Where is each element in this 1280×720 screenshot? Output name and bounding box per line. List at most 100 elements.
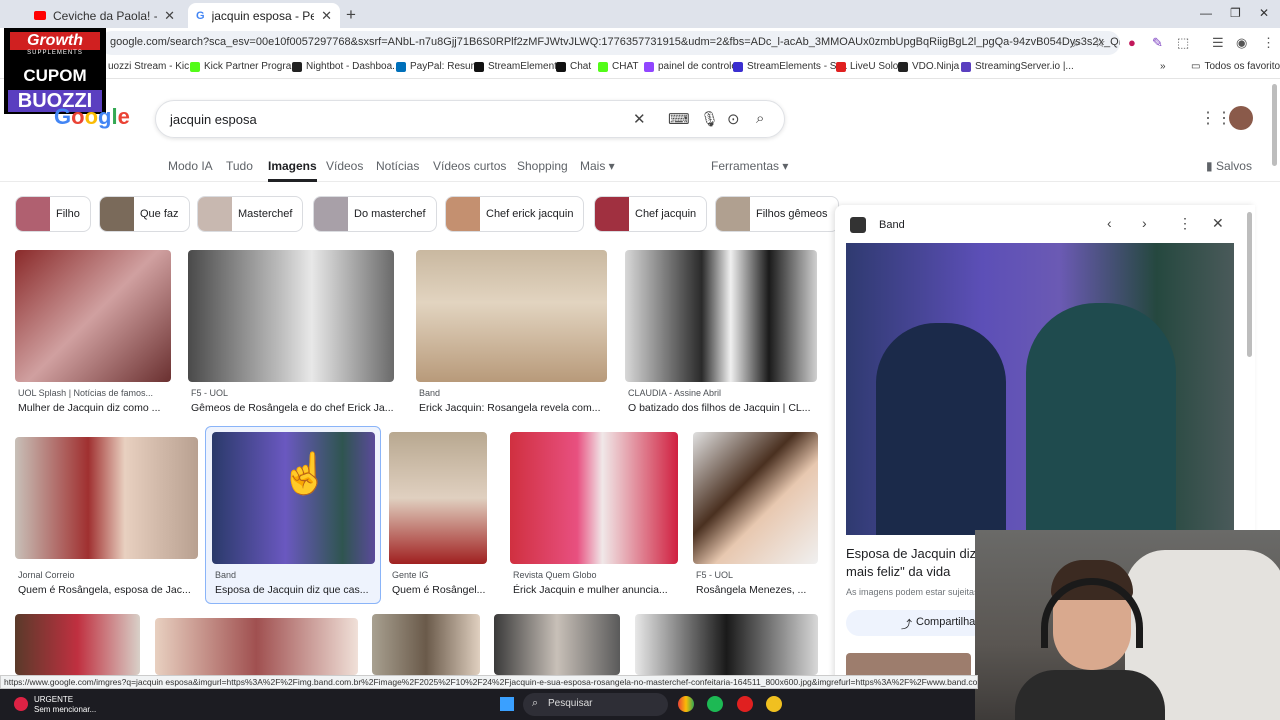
bookmark-item[interactable]: uozzi Stream - Kic... [108,61,197,72]
tab-imagens[interactable]: Imagens [268,159,317,182]
result-title[interactable]: Érick Jacquin e mulher anuncia... [513,584,681,596]
panel-scrollbar[interactable] [1247,212,1252,357]
result-title[interactable]: O batizado dos filhos de Jacquin | CL... [628,402,820,414]
result-thumbnail[interactable] [15,614,140,675]
chip-que-faz[interactable]: Que faz [99,196,190,232]
result-thumbnail[interactable] [416,250,607,382]
windows-start-icon[interactable] [500,697,514,711]
bookmark-item[interactable]: Nightbot - Dashboa... [292,61,401,72]
star-icon[interactable]: ☆ [1094,35,1106,51]
bookmark-item[interactable]: PayPal: Resumo [396,61,484,72]
zoom-icon[interactable]: ⌕ [1073,35,1080,51]
avatar[interactable] [1229,106,1253,130]
result-thumbnail[interactable] [625,250,817,382]
chip-filhos-gemeos[interactable]: Filhos gêmeos [715,196,839,232]
tab-videos-curtos[interactable]: Vídeos curtos [433,159,506,173]
result-title[interactable]: Esposa de Jacquin diz que cas... [215,584,378,596]
result-title[interactable]: Quem é Rosângela, esposa de Jac... [18,584,201,596]
page-scrollbar[interactable] [1272,84,1277,166]
minimize-icon[interactable]: — [1200,6,1212,20]
image-result[interactable]: Jornal Correio Quem é Rosângela, esposa … [15,437,198,603]
new-tab-button[interactable]: + [346,5,356,25]
chip-do-masterchef[interactable]: Do masterchef [313,196,437,232]
image-result[interactable]: Gente IG Quem é Rosângel... [389,432,487,598]
chip-filho[interactable]: Filho [15,196,91,232]
tab-tudo[interactable]: Tudo [226,159,253,173]
image-result[interactable] [372,614,480,675]
next-icon[interactable]: › [1142,215,1147,231]
tools-button[interactable]: Ferramentas ▾ [711,159,788,173]
microphone-icon[interactable]: 🎙 [700,110,719,128]
result-thumbnail[interactable] [15,250,171,382]
saved-button[interactable]: ▮ Salvos [1206,159,1252,173]
all-favorites-button[interactable]: ▭ Todos os favoritos [1191,61,1280,72]
image-result[interactable] [494,614,620,675]
extension-icon[interactable]: ● [1128,35,1136,50]
bookmark-item[interactable]: VDO.Ninja [898,61,959,72]
lens-icon[interactable]: ⊙ [727,110,740,128]
restore-icon[interactable]: ❐ [1230,6,1241,20]
search-icon[interactable]: ⌕ [756,110,764,127]
clear-icon[interactable]: ✕ [633,110,646,128]
result-thumbnail[interactable] [635,614,818,675]
result-title[interactable]: Gêmeos de Rosângela e do chef Erick Ja..… [191,402,397,414]
bookmark-item[interactable]: painel de controle [644,61,737,72]
bookmarks-more-button[interactable]: » [1160,61,1166,72]
previous-icon[interactable]: ‹ [1107,215,1112,231]
panel-source[interactable]: Band [879,219,905,231]
image-result[interactable] [635,614,818,675]
image-result[interactable]: UOL Splash | Notícias de famos... Mulher… [15,250,171,416]
image-result[interactable]: Revista Quem Globo Érick Jacquin e mulhe… [510,432,678,598]
bookmark-item[interactable]: StreamElements - St... [733,61,848,72]
tab-noticias[interactable]: Notícias [376,159,419,173]
bookmark-item[interactable]: CHAT [598,61,638,72]
image-result[interactable]: Band Erick Jacquin: Rosangela revela com… [416,250,607,416]
result-thumbnail[interactable] [693,432,818,564]
result-thumbnail[interactable] [155,618,358,675]
preview-image[interactable]: ⊙ [846,243,1234,553]
app-icon[interactable] [737,696,753,712]
result-title[interactable]: Quem é Rosângel... [392,584,490,596]
bookmark-item[interactable]: StreamingServer.io |... [961,61,1074,72]
close-icon[interactable]: ✕ [1212,215,1224,232]
image-result[interactable]: CLAUDIA - Assine Abril O batizado dos fi… [625,250,817,416]
tab-google-search[interactable]: G jacquin esposa - Pesquisa Goog ✕ [188,3,340,28]
panel-title[interactable]: Esposa de Jacquin diz mais feliz" da vid… [846,545,986,581]
bookmark-item[interactable]: LiveU Solo [836,61,898,72]
close-tab-icon[interactable]: ✕ [164,8,175,24]
image-result[interactable] [15,614,140,675]
result-thumbnail[interactable] [510,432,678,564]
extension-icon[interactable]: ✎ [1152,35,1163,51]
image-result[interactable]: F5 - UOL Gêmeos de Rosângela e do chef E… [188,250,394,416]
close-tab-icon[interactable]: ✕ [321,8,332,24]
image-result[interactable] [155,618,358,675]
tab-shopping[interactable]: Shopping [517,159,568,173]
search-input[interactable]: jacquin esposa [170,112,257,127]
search-box[interactable]: jacquin esposa ✕ ⌨ 🎙 ⊙ ⌕ [155,100,785,138]
share-button[interactable]: ⤴ Compartilhar [846,610,986,636]
bookmark-item[interactable]: Chat [556,61,591,72]
result-thumbnail[interactable] [494,614,620,675]
close-window-icon[interactable]: ✕ [1259,6,1269,20]
chip-chef-erick-jacquin[interactable]: Chef erick jacquin [445,196,585,232]
result-title[interactable]: Rosângela Menezes, ... [696,584,821,596]
google-logo[interactable]: Google [54,104,130,130]
app-icon[interactable] [766,696,782,712]
chip-chef-jacquin[interactable]: Chef jacquin [594,196,708,232]
tab-youtube[interactable]: Ceviche da Paola! - YouTube ✕ [26,3,183,28]
tab-modo-ia[interactable]: Modo IA [168,159,213,173]
spotify-icon[interactable] [707,696,723,712]
result-title[interactable]: Mulher de Jacquin diz como ... [18,402,174,414]
result-thumbnail[interactable] [389,432,487,564]
menu-kebab-icon[interactable]: ⋮ [1262,35,1275,51]
result-title[interactable]: Erick Jacquin: Rosangela revela com... [419,402,610,414]
extensions-puzzle-icon[interactable]: ⬚ [1177,35,1189,51]
more-options-icon[interactable]: ⋮ [1178,215,1192,232]
bookmark-item[interactable]: Kick Partner Progra... [190,61,300,72]
tab-videos[interactable]: Vídeos [326,159,363,173]
result-thumbnail[interactable] [15,437,198,559]
bookmark-item[interactable]: StreamElements [474,61,562,72]
keyboard-icon[interactable]: ⌨ [668,110,690,128]
result-thumbnail[interactable] [188,250,394,382]
taskbar-search[interactable]: ⌕ Pesquisar [523,693,668,716]
